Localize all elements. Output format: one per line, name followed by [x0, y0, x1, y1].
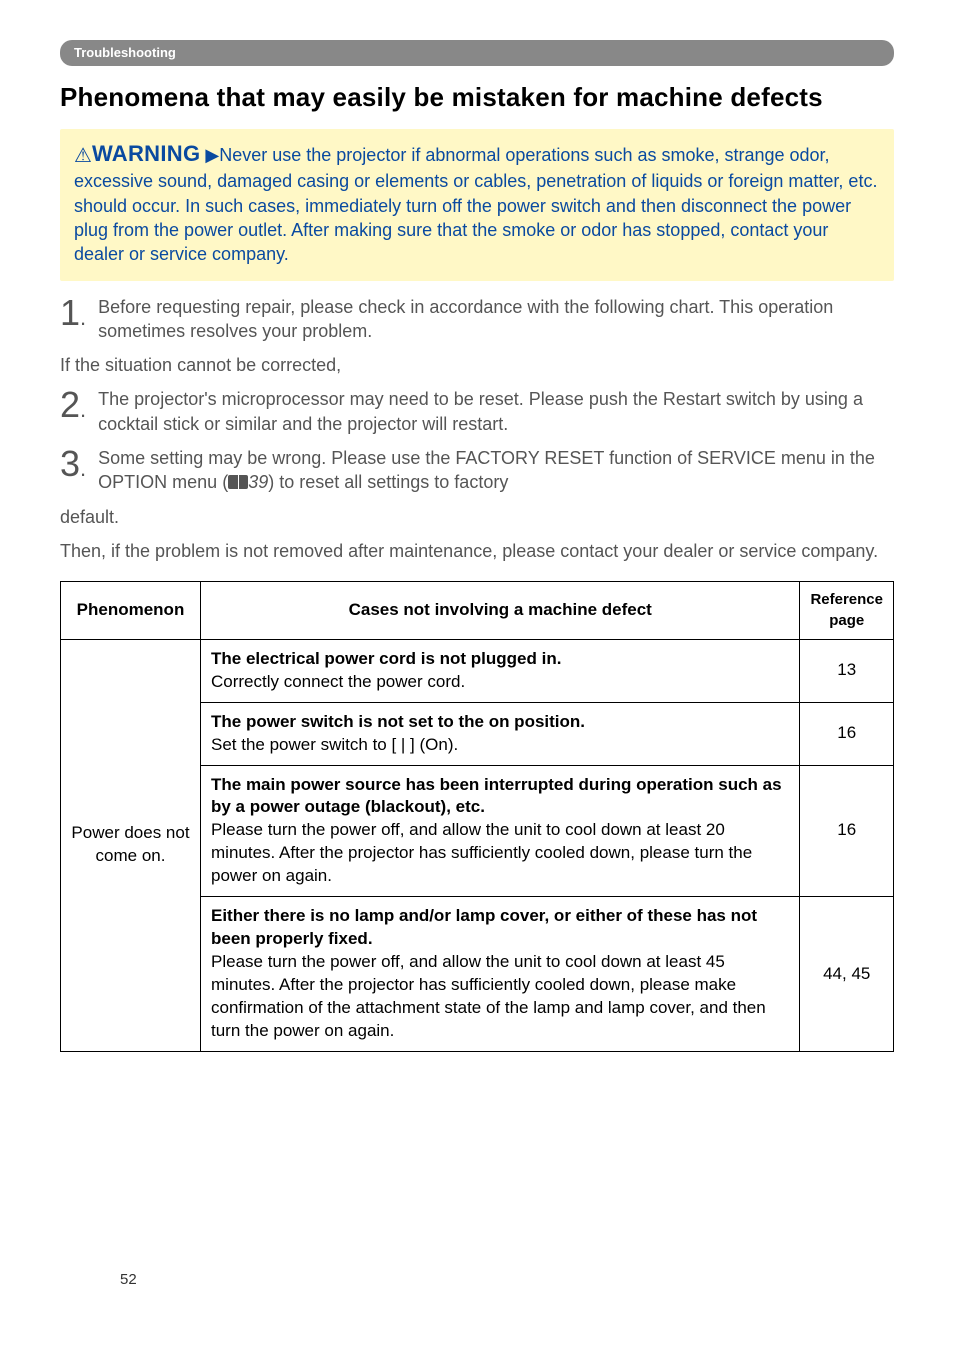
step-number: 1	[60, 292, 80, 333]
step-number: 2	[60, 384, 80, 425]
arrow-right-icon: ▶	[205, 145, 219, 165]
case-rest: Set the power switch to [ | ] (On).	[211, 735, 458, 754]
case-bold: Either there is no lamp and/or lamp cove…	[211, 906, 757, 948]
step3-post: ) to reset all settings to factory	[268, 472, 508, 492]
paragraph: Then, if the problem is not removed afte…	[60, 539, 894, 563]
section-label: Troubleshooting	[60, 40, 894, 66]
case-cell: The main power source has been interrupt…	[201, 765, 800, 897]
table-header-row: Phenomenon Cases not involving a machine…	[61, 582, 894, 640]
warning-triangle-icon: ⚠	[74, 144, 92, 166]
page-number: 52	[120, 1270, 137, 1290]
step-3: 3. Some setting may be wrong. Please use…	[60, 446, 894, 495]
step-text: Some setting may be wrong. Please use th…	[98, 446, 894, 495]
step-text: The projector's microprocessor may need …	[98, 387, 894, 436]
ref-cell: 16	[800, 765, 894, 897]
phenomenon-cell: Power does not come on.	[61, 639, 201, 1051]
warning-label: WARNING	[92, 141, 200, 166]
case-rest: Please turn the power off, and allow the…	[211, 820, 752, 885]
case-cell: The power switch is not set to the on po…	[201, 702, 800, 765]
step3-ref: 39	[248, 472, 268, 492]
step-2: 2. The projector's microprocessor may ne…	[60, 387, 894, 436]
step-dot: .	[80, 456, 86, 481]
ref-cell: 16	[800, 702, 894, 765]
paragraph: default.	[60, 505, 894, 529]
ref-cell: 44, 45	[800, 897, 894, 1052]
table-row: Power does not come on. The electrical p…	[61, 639, 894, 702]
paragraph: If the situation cannot be corrected,	[60, 353, 894, 377]
ref-cell: 13	[800, 639, 894, 702]
page-title: Phenomena that may easily be mistaken fo…	[60, 80, 894, 115]
case-bold: The power switch is not set to the on po…	[211, 712, 585, 731]
warning-box: ⚠WARNING ▶Never use the projector if abn…	[60, 129, 894, 281]
step-1: 1. Before requesting repair, please chec…	[60, 295, 894, 344]
step-dot: .	[80, 305, 86, 330]
case-bold: The main power source has been interrupt…	[211, 775, 782, 817]
header-cases: Cases not involving a machine defect	[201, 582, 800, 640]
case-cell: Either there is no lamp and/or lamp cove…	[201, 897, 800, 1052]
step-dot: .	[80, 397, 86, 422]
book-icon	[228, 475, 248, 489]
case-rest: Please turn the power off, and allow the…	[211, 952, 766, 1040]
header-reference: Reference page	[800, 582, 894, 640]
header-phenomenon: Phenomenon	[61, 582, 201, 640]
step-text: Before requesting repair, please check i…	[98, 295, 894, 344]
case-bold: The electrical power cord is not plugged…	[211, 649, 561, 668]
case-rest: Correctly connect the power cord.	[211, 672, 465, 691]
step-number: 3	[60, 443, 80, 484]
troubleshooting-table: Phenomenon Cases not involving a machine…	[60, 581, 894, 1052]
case-cell: The electrical power cord is not plugged…	[201, 639, 800, 702]
